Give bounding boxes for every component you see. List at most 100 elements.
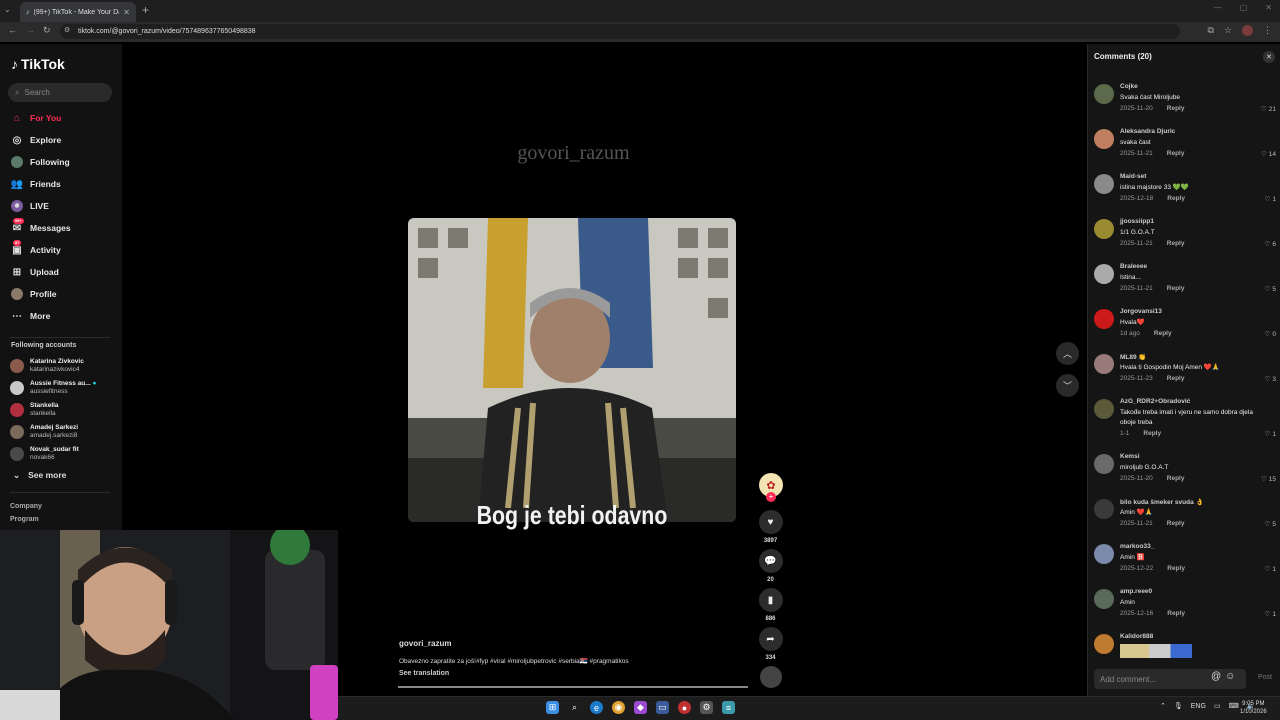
- commenter-avatar[interactable]: [1094, 129, 1114, 149]
- close-window-icon[interactable]: ✕: [1265, 3, 1272, 12]
- video-progress-bar[interactable]: [398, 686, 748, 688]
- commenter-avatar[interactable]: [1094, 264, 1114, 284]
- minimize-icon[interactable]: —: [1214, 3, 1222, 12]
- commenter-avatar[interactable]: [1094, 399, 1114, 419]
- comment-like-button[interactable]: ♡ 15: [1261, 475, 1276, 484]
- chrome-icon[interactable]: ◉: [612, 701, 625, 714]
- reply-button[interactable]: Reply: [1167, 565, 1185, 572]
- commenter-avatar[interactable]: [1094, 454, 1114, 474]
- share-icon[interactable]: ➦: [758, 627, 783, 651]
- follow-plus-icon[interactable]: +: [766, 492, 776, 502]
- tray-chevron-icon[interactable]: ⌃: [1160, 702, 1166, 710]
- bookmark-icon[interactable]: ▮: [758, 588, 783, 612]
- comment-username[interactable]: markoo33_: [1120, 543, 1154, 550]
- comment-like-button[interactable]: ♡ 0: [1265, 330, 1276, 339]
- search-taskbar-icon[interactable]: ⌕: [568, 701, 581, 714]
- comment-username[interactable]: Braleeee: [1120, 263, 1147, 270]
- comment-like-button[interactable]: ♡ 1: [1265, 430, 1276, 439]
- post-button[interactable]: Post: [1258, 674, 1272, 681]
- comment-like-button[interactable]: ♡ 5: [1265, 285, 1276, 294]
- nav-live[interactable]: ◉ LIVE: [11, 199, 49, 213]
- save-action[interactable]: ▮ 886: [758, 588, 783, 622]
- comment-like-button[interactable]: ♡ 5: [1265, 520, 1276, 529]
- footer-link-program[interactable]: Program: [10, 516, 39, 523]
- maximize-icon[interactable]: ▢: [1240, 3, 1248, 12]
- forward-icon[interactable]: →: [26, 25, 35, 35]
- comment-username[interactable]: jjoossiipp1: [1120, 218, 1154, 225]
- previous-video-chevron-up-icon[interactable]: ︿: [1056, 342, 1079, 365]
- settings-icon[interactable]: ⚙: [700, 701, 713, 714]
- following-account[interactable]: Stankella stankella: [10, 400, 59, 420]
- bookmark-star-icon[interactable]: ☆: [1224, 25, 1232, 36]
- mention-icon[interactable]: @: [1211, 671, 1221, 682]
- commenter-avatar[interactable]: [1094, 499, 1114, 519]
- comment-username[interactable]: bilo kuda šmeker svuda 👌: [1120, 498, 1204, 506]
- comment-like-button[interactable]: ♡ 1: [1265, 565, 1276, 574]
- commenter-avatar[interactable]: [1094, 309, 1114, 329]
- new-tab-button[interactable]: +: [142, 3, 149, 17]
- commenter-avatar[interactable]: [1094, 84, 1114, 104]
- commenter-avatar[interactable]: [1094, 589, 1114, 609]
- network-icon[interactable]: ⌨: [1229, 702, 1239, 710]
- following-account[interactable]: Novak_sudar fit novak66: [10, 444, 79, 464]
- site-info-icon[interactable]: ⚙: [64, 26, 70, 34]
- comment-username[interactable]: Aleksandra Djuric: [1120, 128, 1175, 135]
- notes-app-icon[interactable]: ≡: [722, 701, 735, 714]
- reply-button[interactable]: Reply: [1143, 430, 1161, 437]
- following-account[interactable]: Katarina Zivkovic katarinazivkovic4: [10, 356, 84, 376]
- reply-button[interactable]: Reply: [1167, 610, 1185, 617]
- url-field[interactable]: tiktok.com/@govori_razum/video/757489637…: [60, 24, 1180, 39]
- commenter-avatar[interactable]: [1094, 354, 1114, 374]
- install-app-icon[interactable]: ⧉: [1207, 25, 1213, 36]
- browser-tab[interactable]: ♪ (99+) TikTok - Make Your Day ✕: [20, 2, 136, 22]
- comment-image-attachment[interactable]: [1120, 644, 1192, 658]
- nav-upload[interactable]: ⊞ Upload: [11, 265, 59, 279]
- video-player[interactable]: [408, 218, 736, 522]
- tab-list-chevron-icon[interactable]: ⌄: [4, 5, 11, 14]
- nav-friends[interactable]: 👥 Friends: [11, 177, 61, 191]
- search-input[interactable]: ⌕ Search: [8, 83, 112, 102]
- nav-messages[interactable]: ✉ 99+ Messages: [11, 218, 71, 235]
- comment-like-button[interactable]: ♡ 6: [1265, 240, 1276, 249]
- comment-username[interactable]: AzG_RDR2+Obradović: [1120, 398, 1190, 405]
- comment-like-button[interactable]: ♡ 14: [1261, 150, 1276, 159]
- edge-icon[interactable]: e: [590, 701, 603, 714]
- tab-close-icon[interactable]: ✕: [123, 8, 130, 17]
- reply-button[interactable]: Reply: [1167, 150, 1185, 157]
- reply-button[interactable]: Reply: [1167, 285, 1185, 292]
- tiktok-logo[interactable]: ♪ TikTok: [11, 56, 65, 72]
- reply-button[interactable]: Reply: [1154, 330, 1172, 337]
- display-icon[interactable]: ▭: [1214, 702, 1221, 710]
- comment-username[interactable]: amp.reee0: [1120, 588, 1152, 595]
- comment-username[interactable]: Cojke: [1120, 83, 1138, 90]
- following-account[interactable]: Amadej Sarkezi amadej.sarkezi8: [10, 422, 78, 442]
- comment-username[interactable]: Jorgovansi13: [1120, 308, 1162, 315]
- microphone-icon[interactable]: 🎙: [1174, 702, 1183, 710]
- language-indicator[interactable]: ENG: [1191, 703, 1206, 710]
- taskbar-clock[interactable]: 9:05 PM 1/10/2026: [1240, 700, 1267, 716]
- heart-icon[interactable]: ♥: [758, 510, 783, 534]
- close-icon[interactable]: ✕: [1263, 51, 1275, 63]
- comment-like-button[interactable]: ♡ 21: [1261, 105, 1276, 114]
- comment-action[interactable]: 💬 20: [758, 549, 783, 583]
- back-icon[interactable]: ←: [8, 25, 17, 35]
- reply-button[interactable]: Reply: [1167, 195, 1185, 202]
- next-video-chevron-down-icon[interactable]: ﹀: [1056, 374, 1079, 397]
- share-action[interactable]: ➦ 334: [758, 627, 783, 661]
- video-author[interactable]: govori_razum: [399, 639, 451, 648]
- reload-icon[interactable]: ↻: [43, 25, 51, 36]
- comment-username[interactable]: Kalidor888: [1120, 633, 1153, 640]
- comment-username[interactable]: ML89 👏: [1120, 353, 1147, 361]
- see-translation-link[interactable]: See translation: [399, 670, 449, 677]
- reply-button[interactable]: Reply: [1167, 105, 1185, 112]
- comment-icon[interactable]: 💬: [758, 549, 783, 573]
- comment-like-button[interactable]: ♡ 1: [1265, 195, 1276, 204]
- nav-profile[interactable]: Profile: [11, 287, 56, 301]
- comment-like-button[interactable]: ♡ 1: [1265, 610, 1276, 619]
- commenter-avatar[interactable]: [1094, 174, 1114, 194]
- commenter-avatar[interactable]: [1094, 634, 1114, 654]
- record-app-icon[interactable]: ●: [678, 701, 691, 714]
- commenter-avatar[interactable]: [1094, 219, 1114, 239]
- comment-like-button[interactable]: ♡ 3: [1265, 375, 1276, 384]
- comment-username[interactable]: Maid-set: [1120, 173, 1146, 180]
